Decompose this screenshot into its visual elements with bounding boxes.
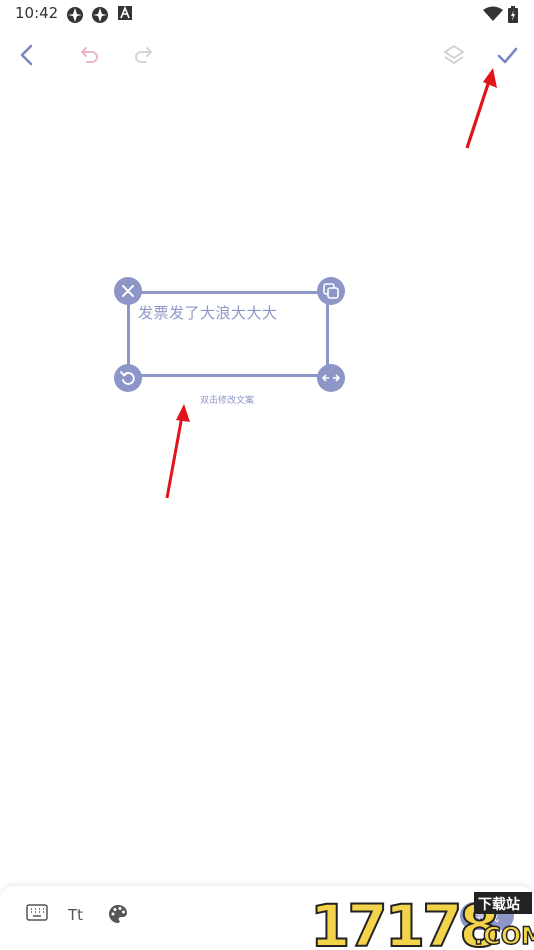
annotation-arrow-top [465, 68, 497, 149]
app-notification-icon-2 [92, 7, 108, 23]
text-sticker-box[interactable]: 发票发了大浪大大大 [127, 291, 329, 377]
wifi-icon [483, 6, 503, 21]
app-notification-icon [67, 7, 83, 23]
chevron-left-icon [20, 44, 33, 66]
watermark-domain: .COM [474, 922, 534, 950]
font-style-button[interactable]: Tt [68, 906, 83, 924]
battery-icon [508, 6, 518, 23]
copy-icon [323, 283, 339, 299]
status-bar: 10:42 [0, 0, 534, 28]
copy-handle[interactable] [317, 277, 345, 305]
redo-button[interactable] [128, 40, 158, 70]
keyboard-icon[interactable] [26, 904, 48, 922]
redo-icon [135, 47, 152, 63]
back-button[interactable] [12, 40, 42, 70]
stretch-handle[interactable] [317, 364, 345, 392]
watermark-logo: 17178 下载站 .COM [309, 891, 534, 950]
undo-icon [81, 47, 98, 63]
palette-icon[interactable] [108, 904, 128, 924]
watermark-badge: 下载站 [478, 896, 520, 913]
layers-icon [444, 45, 464, 64]
resize-horizontal-icon [322, 374, 340, 382]
delete-handle[interactable] [114, 277, 142, 305]
a-app-icon [118, 6, 132, 20]
status-time: 10:42 [15, 4, 59, 22]
sticker-text[interactable]: 发票发了大浪大大大 [138, 302, 278, 323]
rotate-handle[interactable] [114, 364, 142, 392]
rotate-icon [120, 371, 135, 385]
watermark-number: 17178 [310, 892, 497, 950]
edit-hint: 双击修改文案 [200, 396, 255, 406]
annotation-arrow-middle [165, 404, 190, 499]
undo-button[interactable] [75, 40, 105, 70]
check-icon [497, 47, 518, 64]
close-icon [122, 285, 134, 297]
